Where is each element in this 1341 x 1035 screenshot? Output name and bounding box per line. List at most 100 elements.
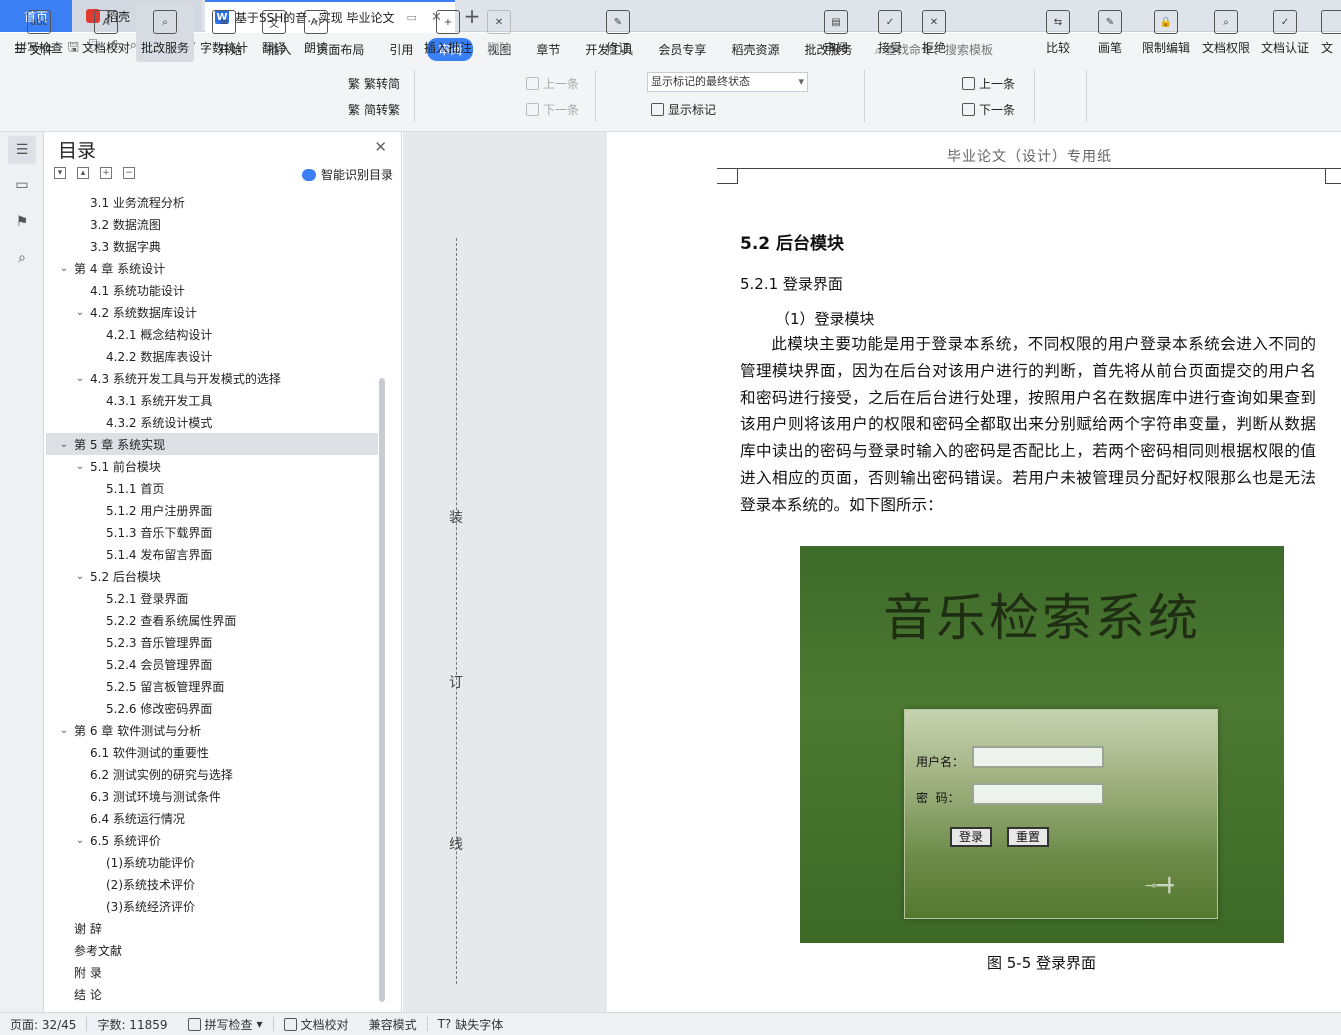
toc-item[interactable]: 3.3 数据字典 [46, 235, 378, 257]
more-ribbon-button[interactable]: 文 [1321, 4, 1341, 62]
pen-button[interactable]: ✎ 画笔 [1094, 4, 1126, 62]
doc-rights-button[interactable]: ⌕ 文档权限 [1200, 4, 1252, 62]
toc-item[interactable]: ⌄ 4.2 系统数据库设计 [46, 301, 378, 323]
toc-item[interactable]: 5.1.2 用户注册界面 [46, 499, 378, 521]
document-page[interactable]: 毕业论文（设计）专用纸 5.2 后台模块 5.2.1 登录界面 （1）登录模块 … [607, 132, 1341, 1012]
toc-item[interactable]: 参考文献 [46, 939, 378, 961]
toc-item[interactable]: 5.2.3 音乐管理界面 [46, 631, 378, 653]
prev-change-button[interactable]: 上一条 [962, 75, 1015, 92]
bookmark-icon[interactable]: ⚑ [11, 211, 33, 233]
toc-item[interactable]: 3.1 业务流程分析 [46, 191, 378, 213]
doc-certify-icon: ✓ [1273, 10, 1297, 34]
toc-item[interactable]: 5.2.5 留言板管理界面 [46, 675, 378, 697]
spell-check-button[interactable]: abc 拼写检查 [8, 4, 70, 62]
plus-icon[interactable]: + [100, 167, 112, 179]
show-markup-button[interactable]: 显示标记 [651, 101, 716, 118]
reject-button[interactable]: ✕ 拒绝 [916, 4, 952, 62]
toc-item[interactable]: 4.3.1 系统开发工具 [46, 389, 378, 411]
read-aloud-icon: A) [304, 10, 328, 34]
doc-proofread-toggle[interactable]: 文档校对 [274, 1016, 359, 1033]
chevron-down-icon[interactable]: ⌄ [58, 725, 70, 736]
toc-item[interactable]: 结 论 [46, 983, 378, 1005]
track-changes-icon: ✎ [606, 10, 630, 34]
page-indicator[interactable]: 页面: 32/45 [0, 1016, 86, 1033]
menu-member[interactable]: 会员专享 [647, 38, 717, 61]
ribbon-divider [864, 70, 865, 122]
toc-item[interactable]: 5.2.1 登录界面 [46, 587, 378, 609]
toc-item[interactable]: 4.1 系统功能设计 [46, 279, 378, 301]
menu-daoke-resources[interactable]: 稻壳资源 [720, 38, 790, 61]
chevron-down-icon[interactable]: ⌄ [74, 373, 86, 384]
toc-item[interactable]: (2)系统技术评价 [46, 873, 378, 895]
chevron-down-icon[interactable]: ⌄ [58, 439, 70, 450]
toc-panel-icon[interactable]: ☰ [8, 136, 36, 164]
toc-item[interactable]: 6.3 测试环境与测试条件 [46, 785, 378, 807]
menu-chapter[interactable]: 章节 [525, 38, 571, 61]
toc-item[interactable]: 6.4 系统运行情况 [46, 807, 378, 829]
missing-font-button[interactable]: T? 缺失字体 [428, 1016, 514, 1033]
markup-state-select[interactable]: 显示标记的最终状态 [647, 72, 808, 92]
review-pane-button[interactable]: ▤ 审阅 [818, 4, 854, 62]
toc-item[interactable]: 4.2.2 数据库表设计 [46, 345, 378, 367]
toc-item[interactable]: 5.2.4 会员管理界面 [46, 653, 378, 675]
toc-item[interactable]: 5.1.3 音乐下载界面 [46, 521, 378, 543]
toc-item[interactable]: 5.1.1 首页 [46, 477, 378, 499]
trad-to-simp-button[interactable]: 繁繁转简 [348, 75, 400, 92]
restrict-editing-button[interactable]: 🔒 限制编辑 [1140, 4, 1192, 62]
doc-proofread-button[interactable]: A 文档校对 [78, 4, 134, 62]
chapter-panel-icon[interactable]: ▭ [11, 174, 33, 196]
doc-certify-button[interactable]: ✓ 文档认证 [1259, 4, 1311, 62]
spell-check-toggle[interactable]: 拼写检查 ▾ [178, 1016, 273, 1033]
toc-item[interactable]: 6.1 软件测试的重要性 [46, 741, 378, 763]
toc-item[interactable]: 5.2.2 查看系统属性界面 [46, 609, 378, 631]
chevron-down-icon[interactable]: ⌄ [58, 263, 70, 274]
toc-item[interactable]: 5.2.6 修改密码界面 [46, 697, 378, 719]
toc-item[interactable]: ⌄ 6.5 系统评价 [46, 829, 378, 851]
collapse-all-icon[interactable]: ▾ [54, 167, 66, 179]
toc-item[interactable]: ⌄ 第 5 章 系统实现 [46, 433, 378, 455]
translate-button[interactable]: 文翻译 [256, 4, 292, 62]
toc-item[interactable]: ⌄ 5.2 后台模块 [46, 565, 378, 587]
word-count-indicator[interactable]: 字数: 11859 [87, 1016, 177, 1033]
chevron-down-icon[interactable]: ⌄ [74, 835, 86, 846]
toc-item[interactable]: (1)系统功能评价 [46, 851, 378, 873]
toc-item[interactable]: ⌄ 第 6 章 软件测试与分析 [46, 719, 378, 741]
chevron-down-icon[interactable]: ⌄ [74, 307, 86, 318]
toc-item[interactable]: ⌄ 第 4 章 系统设计 [46, 257, 378, 279]
compare-button[interactable]: ⇆ 比较 [1040, 4, 1076, 62]
toc-list: 3.1 业务流程分析 3.2 数据流图 3.3 数据字典 ⌄ 第 4 章 系统设计 4.1… [46, 191, 378, 1005]
toc-item[interactable]: ⌄ 4.3 系统开发工具与开发模式的选择 [46, 367, 378, 389]
toc-item[interactable]: 谢 辞 [46, 917, 378, 939]
revise-service-button[interactable]: ⌕ 批改服务 [136, 4, 194, 62]
chevron-down-icon[interactable]: ⌄ [74, 571, 86, 582]
toc-item[interactable]: 附 录 [46, 961, 378, 983]
chevron-down-icon[interactable]: ⌄ [74, 461, 86, 472]
expand-up-icon[interactable]: ▴ [77, 167, 89, 179]
word-count-button[interactable]: ≡ 字数统计 [198, 4, 250, 62]
minus-icon[interactable]: − [123, 167, 135, 179]
accept-button[interactable]: ✓ 接受 [872, 4, 908, 62]
toc-scrollbar[interactable] [379, 378, 385, 1002]
read-aloud-button[interactable]: A) 朗读 [298, 4, 334, 62]
window-mode-icon[interactable]: ▭ [407, 11, 417, 24]
prev-comment-button[interactable]: 上一条 [526, 75, 579, 92]
toc-item[interactable]: (3)系统经济评价 [46, 895, 378, 917]
menu-reference[interactable]: 引用 [378, 38, 424, 61]
search-panel-icon[interactable]: ⌕ [11, 247, 33, 269]
toc-item[interactable]: 4.2.1 概念结构设计 [46, 323, 378, 345]
toc-item[interactable]: 6.2 测试实例的研究与选择 [46, 763, 378, 785]
toc-item[interactable]: 4.3.2 系统设计模式 [46, 411, 378, 433]
next-comment-button[interactable]: 下一条 [526, 101, 579, 118]
smart-toc-button[interactable]: 智能识别目录 [301, 166, 393, 183]
close-icon[interactable]: ✕ [374, 138, 387, 156]
toc-item[interactable]: ⌄ 5.1 前台模块 [46, 455, 378, 477]
comment-plus-icon: + [436, 10, 460, 34]
toc-item-label: 6.5 系统评价 [90, 833, 161, 848]
track-changes-button[interactable]: ✎ 修订 [600, 4, 636, 62]
simp-to-trad-button[interactable]: 繁简转繁 [348, 101, 400, 118]
next-change-button[interactable]: 下一条 [962, 101, 1015, 118]
toc-item[interactable]: 5.1.4 发布留言界面 [46, 543, 378, 565]
delete-comment-button[interactable]: ✕ 删除 [480, 4, 518, 62]
toc-item[interactable]: 3.2 数据流图 [46, 213, 378, 235]
insert-comment-button[interactable]: + 插入批注 [422, 4, 474, 62]
